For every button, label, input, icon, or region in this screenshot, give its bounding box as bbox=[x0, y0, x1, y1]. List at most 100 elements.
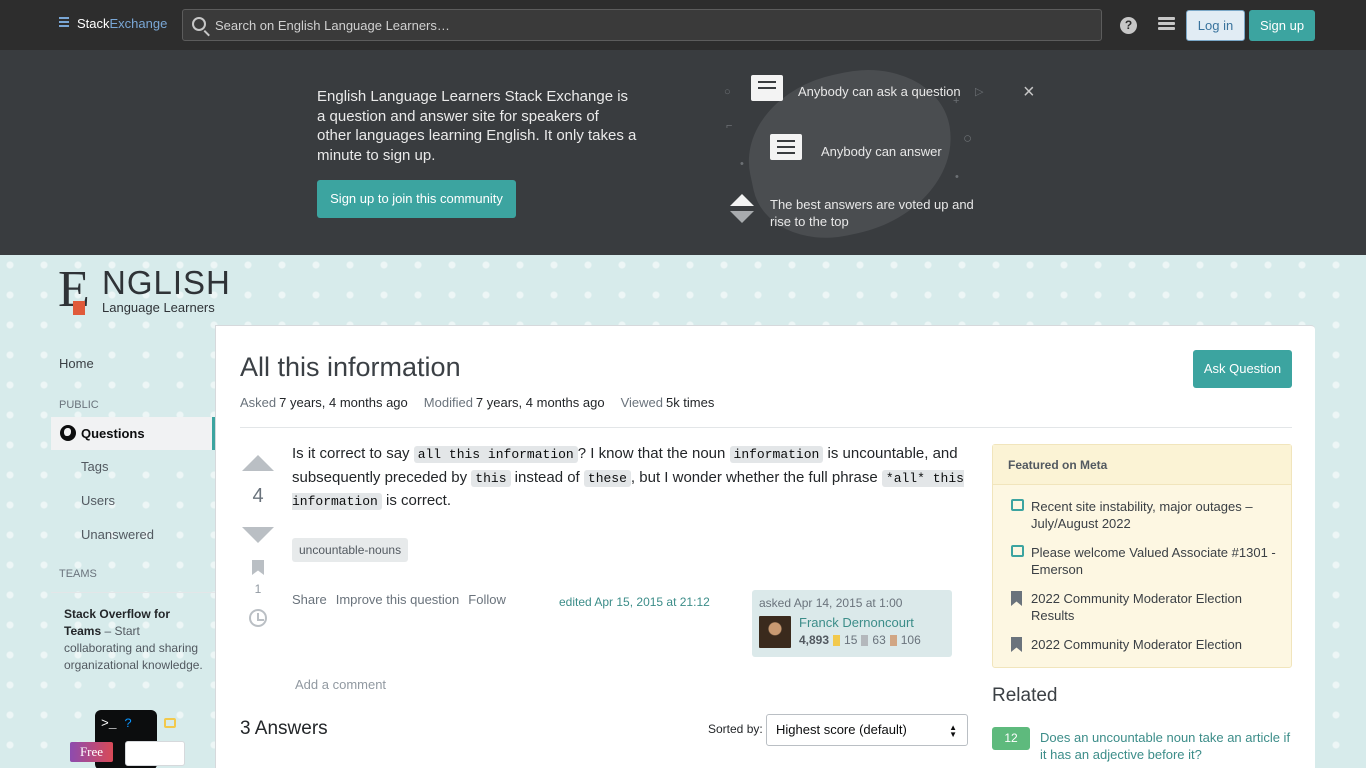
gold-badge-count: 15 bbox=[844, 633, 858, 647]
share-link[interactable]: Share bbox=[292, 592, 327, 607]
related-title: Related bbox=[992, 685, 1058, 706]
stackexchange-logo-icon bbox=[59, 16, 71, 31]
follow-link[interactable]: Follow bbox=[468, 592, 506, 607]
sort-select-value: Highest score (default) bbox=[776, 722, 907, 737]
bookmark-icon bbox=[1011, 637, 1022, 652]
login-button[interactable]: Log in bbox=[1186, 10, 1245, 41]
upvote-icon[interactable] bbox=[242, 455, 274, 471]
search-icon bbox=[192, 17, 206, 31]
code-span: information bbox=[729, 446, 824, 463]
sidebar-item-home[interactable]: Home bbox=[59, 356, 94, 371]
add-comment-link[interactable]: Add a comment bbox=[295, 677, 386, 692]
modified-link[interactable]: 7 years, 4 months ago bbox=[476, 395, 605, 410]
signup-button[interactable]: Sign up bbox=[1249, 10, 1315, 41]
silver-badge-count: 63 bbox=[872, 633, 886, 647]
feature-answer: Anybody can answer bbox=[821, 144, 942, 159]
stackexchange-logo[interactable]: StackExchange bbox=[59, 16, 167, 31]
question-body: Is it correct to say all this informatio… bbox=[292, 445, 964, 510]
vote-count: 4 bbox=[252, 485, 264, 507]
sort-select[interactable]: Highest score (default) ▲ ▼ bbox=[766, 714, 968, 746]
related-question-link[interactable]: Does an uncountable noun take an article… bbox=[1040, 729, 1300, 763]
brand-exchange: Exchange bbox=[109, 16, 168, 31]
edited-link[interactable]: edited Apr 15, 2015 at 21:12 bbox=[559, 595, 710, 609]
featured-item[interactable]: Recent site instability, major outages –… bbox=[1031, 498, 1281, 532]
top-bar: StackExchange ? Log in Sign up bbox=[0, 0, 1366, 50]
site-switcher-icon[interactable] bbox=[1158, 17, 1175, 33]
sort-label: Sorted by: bbox=[708, 722, 763, 736]
bronze-badge-count: 106 bbox=[900, 633, 921, 647]
sidebar-section-public: PUBLIC bbox=[59, 399, 99, 411]
teams-card-icon bbox=[125, 741, 185, 766]
signup-hero: English Language Learners Stack Exchange… bbox=[0, 50, 1366, 255]
left-sidebar: Home PUBLIC Questions Tags Users Unanswe… bbox=[51, 325, 215, 768]
featured-item[interactable]: 2022 Community Moderator Election Result… bbox=[1031, 590, 1281, 624]
chat-icon bbox=[1011, 545, 1024, 557]
code-span: this bbox=[471, 469, 511, 487]
feature-ask: Anybody can ask a question bbox=[798, 84, 961, 99]
hero-description: English Language Learners Stack Exchange… bbox=[317, 88, 637, 164]
sidebar-item-label: Questions bbox=[81, 426, 145, 441]
circle-decoration-icon: ○ bbox=[963, 130, 973, 147]
reputation-score: 4,893 bbox=[799, 633, 830, 647]
featured-item[interactable]: Please welcome Valued Associate #1301 - … bbox=[1031, 544, 1281, 578]
code-span: these bbox=[583, 469, 631, 487]
history-icon[interactable] bbox=[249, 609, 267, 627]
dot-decoration-icon: • bbox=[740, 158, 744, 170]
triangle-decoration-icon: ▷ bbox=[975, 86, 984, 98]
bronze-badge-icon bbox=[889, 634, 897, 646]
dot-decoration-icon: • bbox=[955, 171, 959, 183]
help-icon[interactable]: ? bbox=[1120, 17, 1137, 34]
vote-up-icon bbox=[730, 194, 754, 206]
featured-item[interactable]: 2022 Community Moderator Election bbox=[1031, 636, 1281, 653]
tag-uncountable-nouns[interactable]: uncountable-nouns bbox=[292, 538, 409, 562]
asked-meta: Asked 7 years, 4 months ago bbox=[240, 395, 408, 410]
improve-link[interactable]: Improve this question bbox=[336, 592, 460, 607]
teams-art-question: ? bbox=[124, 716, 133, 731]
teams-promo-text: Stack Overflow for Teams – Start collabo… bbox=[64, 606, 204, 674]
close-icon[interactable]: × bbox=[1023, 82, 1035, 102]
question-title[interactable]: All this information bbox=[240, 352, 461, 383]
bookmark-icon[interactable] bbox=[252, 560, 264, 575]
logo-ribbon-icon bbox=[73, 301, 85, 315]
code-span: all this information bbox=[413, 446, 578, 463]
ask-question-icon bbox=[751, 75, 783, 101]
sidebar-item-users[interactable]: Users bbox=[81, 493, 115, 508]
silver-badge-icon bbox=[861, 634, 869, 646]
owner-card: asked Apr 14, 2015 at 1:00 Franck Dernon… bbox=[752, 590, 952, 657]
teams-free-badge[interactable]: Free bbox=[70, 742, 113, 762]
user-name-link[interactable]: Franck Dernoncourt bbox=[799, 615, 914, 630]
corner-decoration-icon: ⌐ bbox=[726, 120, 733, 132]
viewed-meta: Viewed 5k times bbox=[620, 395, 715, 410]
teams-chat-icon bbox=[164, 718, 176, 728]
brand-stack: Stack bbox=[77, 16, 110, 31]
featured-on-meta: Featured on Meta Recent site instability… bbox=[992, 444, 1292, 668]
sidebar-item-tags[interactable]: Tags bbox=[81, 459, 108, 474]
join-community-button[interactable]: Sign up to join this community bbox=[317, 180, 516, 218]
related-score-badge: 12 bbox=[992, 727, 1030, 750]
downvote-icon[interactable] bbox=[242, 527, 274, 543]
answer-icon bbox=[770, 134, 802, 160]
feature-voted: The best answers are voted up and rise t… bbox=[770, 197, 974, 229]
vote-down-icon bbox=[730, 211, 754, 223]
bookmark-count: 1 bbox=[254, 582, 262, 596]
featured-header: Featured on Meta bbox=[993, 445, 1291, 485]
sidebar-item-unanswered[interactable]: Unanswered bbox=[81, 527, 154, 542]
search-box[interactable] bbox=[182, 9, 1102, 41]
teams-art-prompt: >_ bbox=[101, 716, 117, 731]
post-menu: Share Improve this question Follow bbox=[292, 592, 506, 607]
answers-count: 3 Answers bbox=[240, 718, 328, 739]
logo-subtitle: Language Learners bbox=[102, 300, 215, 315]
modified-meta: Modified 7 years, 4 months ago bbox=[423, 395, 605, 410]
search-input[interactable] bbox=[215, 10, 1085, 40]
ask-question-button[interactable]: Ask Question bbox=[1193, 350, 1292, 388]
bookmark-icon bbox=[1011, 591, 1022, 606]
globe-icon bbox=[60, 425, 76, 441]
select-arrows-icon: ▲ ▼ bbox=[949, 723, 957, 739]
gold-badge-icon bbox=[833, 634, 841, 646]
sidebar-item-questions[interactable]: Questions bbox=[51, 417, 215, 450]
circle-decoration-icon: ○ bbox=[724, 86, 731, 98]
avatar[interactable] bbox=[759, 616, 791, 648]
logo-word: NGLISH bbox=[102, 264, 231, 301]
sidebar-section-teams: TEAMS bbox=[59, 568, 97, 580]
site-logo[interactable]: E NGLISH Language Learners bbox=[58, 263, 230, 319]
